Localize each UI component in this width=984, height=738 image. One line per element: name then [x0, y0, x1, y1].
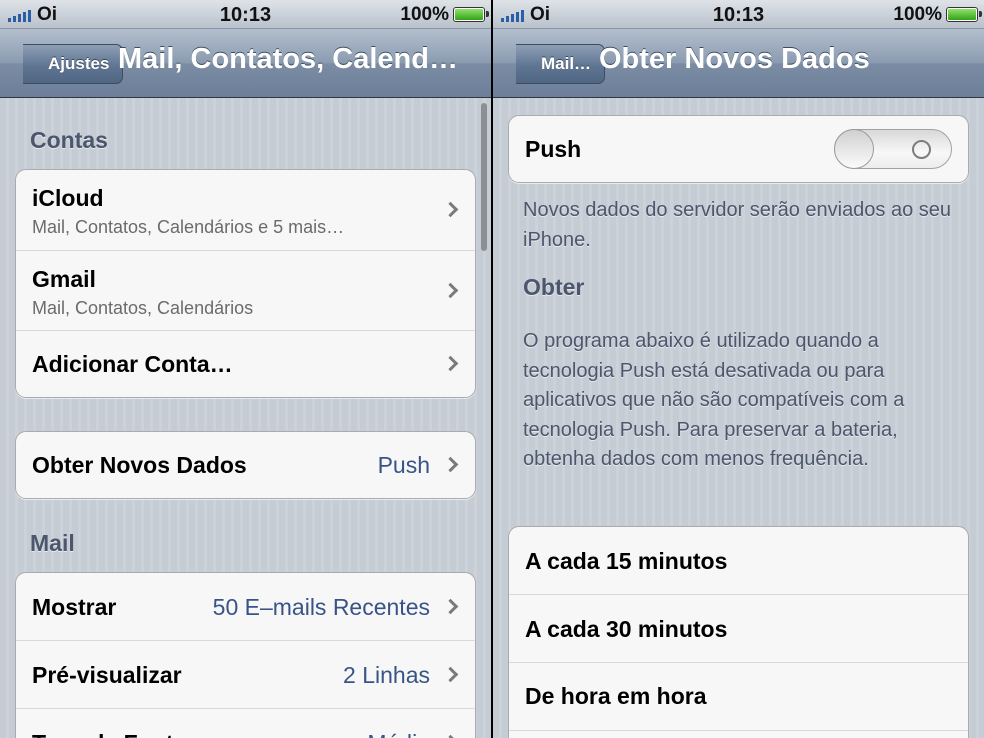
fetch-group: Obter Novos Dados Push: [15, 431, 476, 499]
push-label: Push: [525, 136, 582, 162]
fetch-new-data-row[interactable]: Obter Novos Dados Push: [16, 432, 475, 498]
fetch-option-label: A cada 15 minutos: [525, 548, 728, 574]
preview-row[interactable]: Pré-visualizar 2 Linhas: [16, 641, 475, 709]
fetch-option-label: A cada 30 minutos: [525, 616, 728, 642]
account-services: Mail, Contatos, Calendários: [32, 298, 254, 318]
fetch-new-data-label: Obter Novos Dados: [32, 452, 247, 478]
fetch-new-data-screen: Oi 10:13 100% Mail… Obter Novos Dados Pu…: [493, 0, 984, 738]
fetch-option-30-min[interactable]: A cada 30 minutos: [509, 595, 968, 663]
fetch-option-15-min[interactable]: A cada 15 minutos: [509, 527, 968, 595]
page-title: Obter Novos Dados: [599, 43, 870, 75]
page-title: Mail, Contatos, Calend…: [118, 43, 458, 75]
scroll-indicator[interactable]: [481, 103, 487, 251]
push-description: Novos dados do servidor serão enviados a…: [523, 199, 952, 251]
add-account-row[interactable]: Adicionar Conta…: [16, 331, 475, 397]
back-button-label: Ajustes: [48, 54, 110, 73]
account-row-gmail[interactable]: Gmail Mail, Contatos, Calendários: [16, 251, 475, 331]
section-header-fetch: Obter: [523, 274, 585, 300]
battery-percent: 100%: [893, 4, 942, 25]
toggle-knob: [834, 129, 874, 169]
back-button-label: Mail…: [541, 54, 592, 73]
account-row-icloud[interactable]: iCloud Mail, Contatos, Calendários e 5 m…: [16, 170, 475, 251]
fetch-description: O programa abaixo é utilizado quando a t…: [523, 330, 905, 470]
accounts-group: iCloud Mail, Contatos, Calendários e 5 m…: [15, 169, 476, 398]
back-button-mail[interactable]: Mail…: [516, 44, 606, 84]
back-button-ajustes[interactable]: Ajustes: [23, 44, 124, 84]
fetch-interval-group: A cada 15 minutos A cada 30 minutos De h…: [508, 526, 969, 738]
status-bar: Oi 10:13 100%: [493, 0, 984, 29]
chevron-right-icon: [442, 282, 459, 299]
toggle-off-icon: [912, 140, 931, 159]
mail-group: Mostrar 50 E–mails Recentes Pré-visualiz…: [15, 572, 476, 738]
push-row: Push: [509, 116, 968, 182]
preview-value: 2 Linhas: [343, 662, 430, 688]
preview-label: Pré-visualizar: [32, 662, 182, 688]
account-name: Gmail: [32, 266, 96, 292]
battery-icon: [453, 7, 489, 22]
show-messages-row[interactable]: Mostrar 50 E–mails Recentes: [16, 573, 475, 641]
add-account-label: Adicionar Conta…: [32, 351, 233, 377]
account-services: Mail, Contatos, Calendários e 5 mais…: [32, 217, 345, 237]
fetch-option-hourly[interactable]: De hora em hora: [509, 663, 968, 731]
chevron-right-icon: [442, 456, 459, 473]
chevron-right-icon: [442, 201, 459, 218]
font-size-value: Médio: [367, 730, 430, 738]
push-group: Push: [508, 115, 969, 183]
chevron-right-icon: [442, 666, 459, 683]
navigation-bar: Ajustes Mail, Contatos, Calend…: [0, 29, 491, 98]
fetch-option-label: De hora em hora: [525, 683, 707, 709]
section-header-mail: Mail: [30, 530, 75, 556]
chevron-right-icon: [442, 598, 459, 615]
show-messages-label: Mostrar: [32, 594, 117, 620]
navigation-bar: Mail… Obter Novos Dados: [493, 29, 984, 98]
font-size-row[interactable]: Tam. de Fonte Médio: [16, 709, 475, 738]
chevron-right-icon: [442, 355, 459, 372]
battery-icon: [946, 7, 982, 22]
battery-percent: 100%: [400, 4, 449, 25]
fetch-new-data-value: Push: [377, 452, 430, 478]
show-messages-value: 50 E–mails Recentes: [212, 594, 430, 620]
account-name: iCloud: [32, 185, 104, 211]
fetch-option-next[interactable]: [509, 731, 968, 738]
section-header-accounts: Contas: [30, 127, 108, 153]
status-bar: Oi 10:13 100%: [0, 0, 491, 29]
font-size-label: Tam. de Fonte: [32, 730, 186, 738]
push-toggle[interactable]: [834, 129, 952, 169]
mail-settings-screen: Oi 10:13 100% Ajustes Mail, Contatos, Ca…: [0, 0, 491, 738]
